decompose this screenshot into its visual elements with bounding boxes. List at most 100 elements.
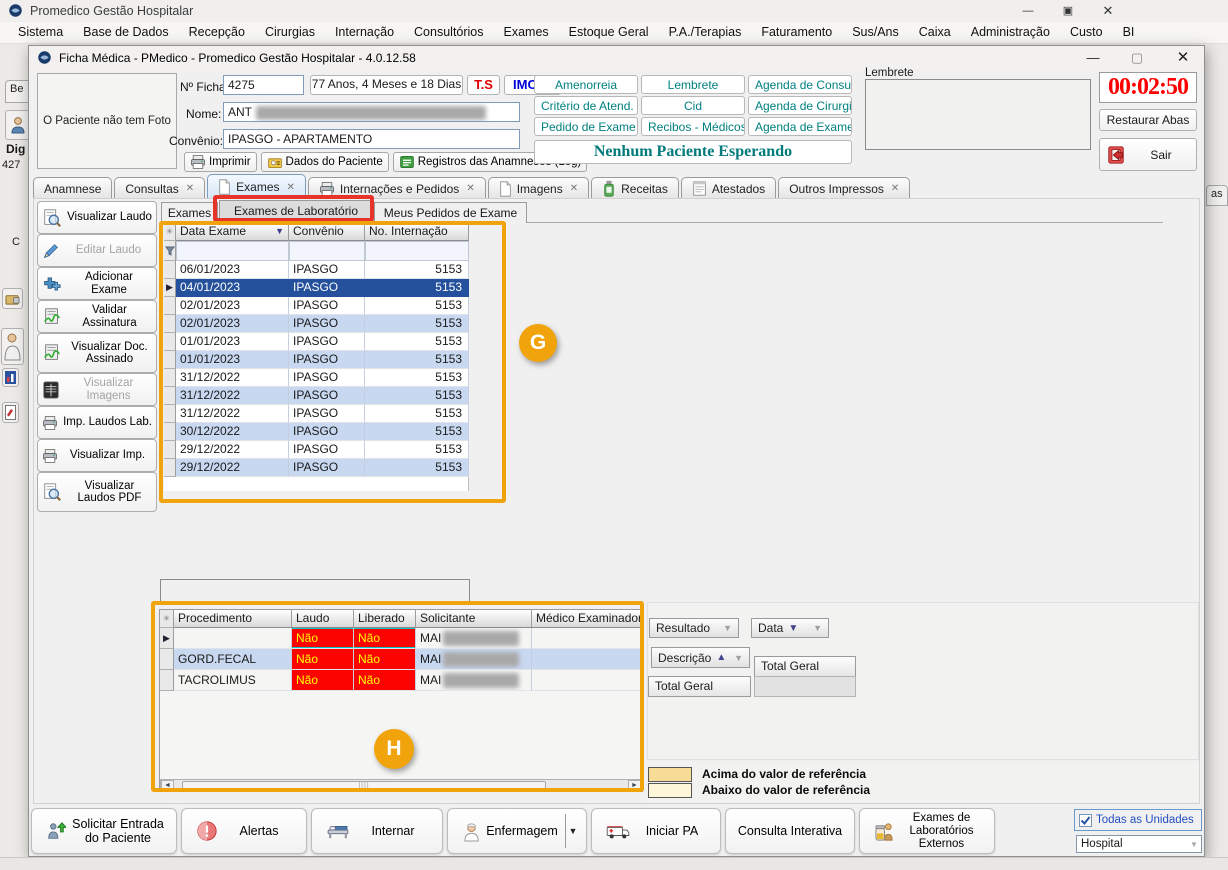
quick-recibos-medicos[interactable]: Recibos - Médicos [641,117,745,136]
menu-caixa[interactable]: Caixa [909,22,961,43]
cell-internacao[interactable]: 5153 [365,459,469,477]
quick-criterio-de-atend[interactable]: Critério de Atend. [534,96,638,115]
cell-data-exame[interactable]: 04/01/2023 [176,279,289,297]
cell-internacao[interactable]: 5153 [365,297,469,315]
footer-solicitar-entrada-do-paciente[interactable]: Solicitar Entrada do Paciente [31,808,177,854]
cell-convenio[interactable]: IPASGO [289,387,365,405]
table-row[interactable]: 30/12/2022IPASGO5153 [164,423,468,441]
cell-convenio[interactable]: IPASGO [289,351,365,369]
cell-convenio[interactable]: IPASGO [289,423,365,441]
footer-internar[interactable]: Internar [311,808,443,854]
quick-lembrete[interactable]: Lembrete [641,75,745,94]
cell-internacao[interactable]: 5153 [365,441,469,459]
table-row[interactable]: ▶04/01/2023IPASGO5153 [164,279,468,297]
nome-input[interactable]: ANT [223,102,520,122]
table-row[interactable]: TACROLIMUSNãoNãoMAI [160,670,642,691]
dialog-minimize-icon[interactable]: — [1079,48,1107,68]
cell-medico-examinador[interactable] [532,649,642,670]
cell-procedimento[interactable] [174,628,292,649]
app-minimize-icon[interactable]: — [1016,3,1040,19]
footer-consulta-interativa[interactable]: Consulta Interativa [725,808,855,854]
pivot-total-row-header[interactable]: Total Geral [648,676,751,697]
background-notepad-icon[interactable] [2,402,19,423]
menu-exames[interactable]: Exames [494,22,559,43]
pivot-data-button[interactable]: Data▼▼ [751,618,829,638]
table-corner-icon[interactable]: ✳ [160,610,174,628]
dialog-maximize-icon[interactable]: ▢ [1123,48,1151,68]
sidebar-visualizar-laudo[interactable]: Visualizar Laudo [37,201,157,234]
table-row[interactable]: 29/12/2022IPASGO5153 [164,459,468,477]
pivot-total-col-header[interactable]: Total Geral [754,656,856,677]
procedures-hscrollbar[interactable]: ◄ |||| ► [160,779,642,791]
menu-p-a-terapias[interactable]: P.A./Terapias [659,22,752,43]
tab-close-icon[interactable]: ✕ [466,183,474,194]
app-maximize-icon[interactable]: ▣ [1056,3,1080,19]
cell-data-exame[interactable]: 31/12/2022 [176,405,289,423]
sidebar-adicionar-exame[interactable]: Adicionar Exame [37,267,157,300]
tab-close-icon[interactable]: ✕ [186,183,194,194]
cell-laudo[interactable]: Não [292,649,354,670]
quick-agenda-de-cirurgias[interactable]: Agenda de Cirurgias [748,96,852,115]
background-tab-right[interactable]: as [1206,185,1228,206]
column-header-liberado[interactable]: Liberado [354,610,416,628]
menu-bi[interactable]: BI [1113,22,1145,43]
filter-cell[interactable] [289,241,365,261]
cell-internacao[interactable]: 5153 [365,387,469,405]
cell-convenio[interactable]: IPASGO [289,261,365,279]
cell-internacao[interactable]: 5153 [365,405,469,423]
menu-faturamento[interactable]: Faturamento [751,22,842,43]
cell-data-exame[interactable]: 29/12/2022 [176,441,289,459]
sidebar-visualizar-imagens[interactable]: Visualizar Imagens [37,373,157,406]
column-header-data-exame[interactable]: Data Exame▼ [176,223,289,241]
menu-internacao[interactable]: Internação [325,22,404,43]
cell-solicitante[interactable]: MAI [416,649,532,670]
cell-internacao[interactable]: 5153 [365,423,469,441]
subtab-meus-pedidos-de-exame[interactable]: Meus Pedidos de Exame [374,202,527,223]
table-row[interactable]: 29/12/2022IPASGO5153 [164,441,468,459]
cell-laudo[interactable]: Não [292,670,354,691]
dropdown-icon[interactable]: ▼ [566,826,580,836]
cell-data-exame[interactable]: 06/01/2023 [176,261,289,279]
menu-administracao[interactable]: Administração [961,22,1060,43]
quick-cid[interactable]: Cid [641,96,745,115]
cell-data-exame[interactable]: 30/12/2022 [176,423,289,441]
tab-imagens[interactable]: Imagens✕ [488,177,589,199]
tab-consultas[interactable]: Consultas✕ [114,177,205,199]
footer-iniciar-pa[interactable]: Iniciar PA [591,808,721,854]
action-imprimir[interactable]: Imprimir [184,152,257,172]
cell-convenio[interactable]: IPASGO [289,405,365,423]
filter-cell[interactable] [176,241,289,261]
table-row[interactable]: 01/01/2023IPASGO5153 [164,333,468,351]
column-header-no-internacao[interactable]: No. Internação [365,223,469,241]
subtab-exames[interactable]: Exames [161,202,218,223]
restore-tabs-button[interactable]: Restaurar Abas [1099,109,1197,131]
table-row[interactable]: 31/12/2022IPASGO5153 [164,387,468,405]
sidebar-imp-laudos-lab[interactable]: Imp. Laudos Lab. [37,406,157,439]
ts-button[interactable]: T.S [467,75,500,95]
convenio-input[interactable]: IPASGO - APARTAMENTO [223,129,520,149]
footer-enfermagem[interactable]: Enfermagem▼ [447,808,587,854]
filter-funnel-icon[interactable] [164,241,176,261]
scroll-left-icon[interactable]: ◄ [161,780,174,790]
exit-button[interactable]: Sair [1099,138,1197,171]
tab-internacoes-e-pedidos[interactable]: Internações e Pedidos✕ [308,177,486,199]
ficha-input[interactable]: 4275 [223,75,304,95]
dialog-titlebar[interactable]: Ficha Médica - PMedico - Promedico Gestã… [29,46,1204,70]
background-chart-icon[interactable] [2,368,19,387]
quick-agenda-de-exames[interactable]: Agenda de Exames [748,117,852,136]
cell-data-exame[interactable]: 01/01/2023 [176,333,289,351]
cell-laudo[interactable]: Não [292,628,354,649]
app-close-icon[interactable]: ✕ [1096,3,1120,19]
menu-sistema[interactable]: Sistema [8,22,73,43]
footer-exames-de-laboratorios-externos[interactable]: Exames de Laboratórios Externos [859,808,995,854]
tab-close-icon[interactable]: ✕ [570,183,578,194]
menu-custo[interactable]: Custo [1060,22,1113,43]
table-row[interactable]: 31/12/2022IPASGO5153 [164,405,468,423]
sidebar-visualizar-imp[interactable]: Visualizar Imp. [37,439,157,472]
cell-liberado[interactable]: Não [354,670,416,691]
tab-receitas[interactable]: Receitas [591,177,679,199]
column-header-solicitante[interactable]: Solicitante [416,610,532,628]
column-header-laudo[interactable]: Laudo [292,610,354,628]
cell-internacao[interactable]: 5153 [365,369,469,387]
menu-estoque-geral[interactable]: Estoque Geral [559,22,659,43]
